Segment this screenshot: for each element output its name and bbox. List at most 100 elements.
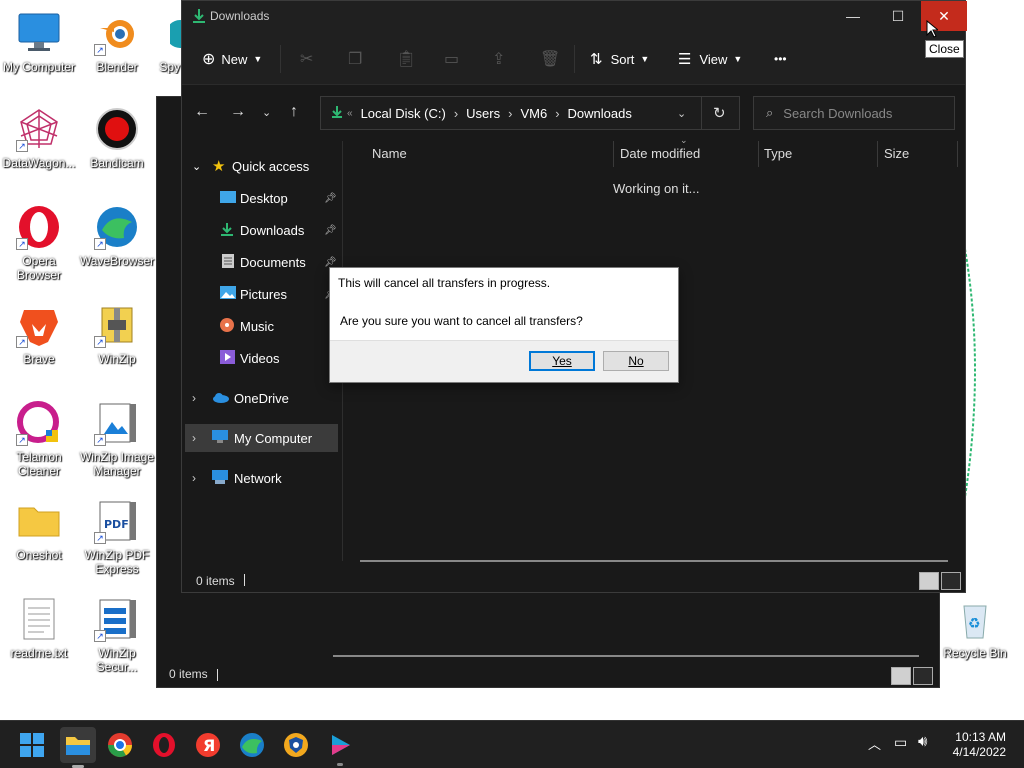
sidebar-item-desktop[interactable]: Desktop 📌︎ (182, 184, 342, 212)
column-header-type[interactable]: Type (764, 141, 792, 165)
download-arrow-icon (192, 8, 206, 27)
breadcrumb-local-disk[interactable]: Local Disk (C:) (361, 106, 446, 121)
refresh-icon[interactable]: ↻ (713, 104, 726, 122)
cancel-transfers-dialog[interactable]: This will cancel all transfers in progre… (329, 267, 679, 383)
toolbar-divider (280, 45, 281, 73)
cut-button[interactable]: ✂ (300, 47, 313, 71)
dialog-message-line2: Are you sure you want to cancel all tran… (340, 314, 583, 328)
pin-icon[interactable]: 📌︎ (324, 225, 337, 236)
sidebar-item-my-computer[interactable]: › My Computer (185, 424, 338, 452)
share-button[interactable]: ⇪ (492, 47, 505, 71)
wavebrowser-taskbar-icon[interactable] (236, 729, 268, 761)
column-divider[interactable] (877, 141, 878, 167)
column-header-name[interactable]: Name (372, 141, 407, 165)
yandex-browser-icon[interactable]: Я (192, 729, 224, 761)
view-button[interactable]: ☰ View ▼ (678, 47, 742, 71)
status-bar-cursor (244, 574, 245, 586)
desktop-icon-label: Bandicam (90, 156, 144, 170)
chevron-right-icon: › (192, 431, 196, 445)
desktop-icon-telamon-cleaner[interactable]: ↗ Telamon Cleaner (0, 400, 79, 478)
no-button[interactable]: No (603, 351, 669, 371)
document-icon (222, 253, 240, 271)
desktop-icon-bandicam[interactable]: Bandicam (77, 106, 157, 170)
desktop-icon-my-computer[interactable]: My Computer (0, 10, 79, 74)
chrome-icon[interactable] (104, 729, 136, 761)
forward-arrow-icon[interactable]: → (230, 103, 246, 121)
new-button[interactable]: ⊕ New ▼ (202, 47, 262, 71)
up-arrow-icon[interactable]: ↑ (290, 103, 298, 121)
recent-locations-chevron-icon[interactable]: ⌄ (262, 106, 271, 119)
delete-button[interactable]: 🗑︎ (540, 47, 560, 71)
volume-icon[interactable]: 🔊︎ (918, 733, 927, 750)
back-window-view-toggle[interactable] (891, 667, 933, 685)
breadcrumb-downloads[interactable]: Downloads (568, 106, 632, 121)
breadcrumb-users[interactable]: Users (466, 106, 500, 121)
show-hidden-icons-chevron-icon[interactable]: ︿ (868, 734, 881, 753)
pin-icon[interactable]: 📌︎ (324, 257, 337, 268)
search-box[interactable]: ⌕ Search Downloads (753, 96, 955, 130)
copy-button[interactable]: ❐ (348, 47, 362, 71)
column-divider[interactable] (758, 141, 759, 167)
desktop-icon-recycle-bin[interactable]: ♻ Recycle Bin (935, 596, 1015, 660)
desktop-icon-winzip-secure[interactable]: ↗ WinZip Secur... (77, 596, 157, 674)
desktop-icon-spy[interactable]: Spy (140, 10, 182, 74)
breadcrumb-vm6[interactable]: VM6 (520, 106, 547, 121)
sidebar-item-music[interactable]: Music (182, 312, 342, 340)
breadcrumb-overflow-icon[interactable]: « (347, 108, 353, 119)
view-toggle[interactable] (919, 572, 961, 590)
desktop-icon-winzip-image-manager[interactable]: ↗ WinZip Image Manager (77, 400, 157, 478)
sidebar-item-videos[interactable]: Videos (182, 344, 342, 372)
desktop-icon-label: WinZip Image Manager (79, 450, 155, 478)
horizontal-scrollbar[interactable] (360, 560, 948, 562)
sidebar-item-pictures[interactable]: Pictures 📌︎ (182, 280, 342, 308)
sort-button[interactable]: ⇅ Sort ▼ (590, 47, 649, 71)
sidebar-item-documents[interactable]: Documents 📌︎ (182, 248, 342, 276)
address-bar[interactable]: « Local Disk (C:) › Users › VM6 › Downlo… (320, 96, 740, 130)
media-player-icon[interactable] (324, 729, 356, 766)
details-view-icon[interactable] (891, 667, 911, 685)
desktop-icon-datawagon[interactable]: ↗ DataWagon... (0, 106, 79, 170)
see-more-button[interactable]: ••• (774, 47, 787, 71)
desktop-icon-wavebrowser[interactable]: ↗ WaveBrowser (77, 204, 157, 268)
back-arrow-icon[interactable]: ← (194, 103, 210, 121)
view-label: View (699, 51, 728, 67)
desktop-icon-brave[interactable]: ↗ Brave (0, 302, 79, 366)
rename-button[interactable]: ▭ (444, 47, 459, 71)
details-view-icon[interactable] (919, 572, 939, 590)
minimize-button[interactable]: — (830, 1, 876, 31)
chevron-right-icon: › (192, 471, 196, 485)
column-divider[interactable] (957, 141, 958, 167)
sidebar-label: Documents (240, 254, 306, 270)
shield-browser-icon[interactable] (280, 729, 312, 761)
sidebar-label: Desktop (240, 190, 288, 206)
sidebar-item-network[interactable]: › Network (182, 464, 342, 492)
paste-button[interactable]: 📋︎ (396, 47, 416, 71)
file-explorer-taskbar-icon[interactable] (60, 727, 96, 768)
pin-icon[interactable]: 📌︎ (324, 193, 337, 204)
back-window-hscrollbar[interactable] (333, 655, 919, 657)
desktop-icon-winzip-pdf-express[interactable]: PDF ↗ WinZip PDF Express (77, 498, 157, 576)
column-header-size[interactable]: Size (884, 141, 909, 165)
address-dropdown-icon[interactable]: ⌄ (677, 107, 686, 120)
sidebar-item-onedrive[interactable]: › OneDrive (182, 384, 342, 412)
sidebar-label: Downloads (240, 222, 305, 238)
sidebar-item-quick-access[interactable]: ⌄ ★ Quick access (182, 152, 342, 180)
column-divider[interactable] (613, 141, 614, 167)
title-bar[interactable]: Downloads — ☐ ✕ (182, 1, 967, 31)
maximize-button[interactable]: ☐ (875, 1, 921, 31)
large-icons-view-icon[interactable] (941, 572, 961, 590)
yes-button[interactable]: Yes (529, 351, 595, 371)
system-clock[interactable]: 10:13 AM 4/14/2022 (953, 730, 1006, 760)
large-icons-view-icon[interactable] (913, 667, 933, 685)
desktop-icon-readme[interactable]: readme.txt (0, 596, 79, 660)
desktop-icon-winzip[interactable]: ↗ WinZip (77, 302, 157, 366)
opera-taskbar-icon[interactable] (148, 729, 180, 761)
sidebar-label: Music (240, 318, 274, 334)
desktop-icon-oneshot[interactable]: Oneshot (0, 498, 79, 562)
column-header-date-modified[interactable]: Date modified (620, 141, 700, 165)
desktop-icon-opera[interactable]: ↗ Opera Browser (0, 204, 79, 282)
network-status-icon[interactable]: ▭ (894, 734, 907, 751)
address-separator (701, 97, 702, 129)
sidebar-item-downloads[interactable]: Downloads 📌︎ (182, 216, 342, 244)
start-windows-icon[interactable] (16, 729, 48, 761)
